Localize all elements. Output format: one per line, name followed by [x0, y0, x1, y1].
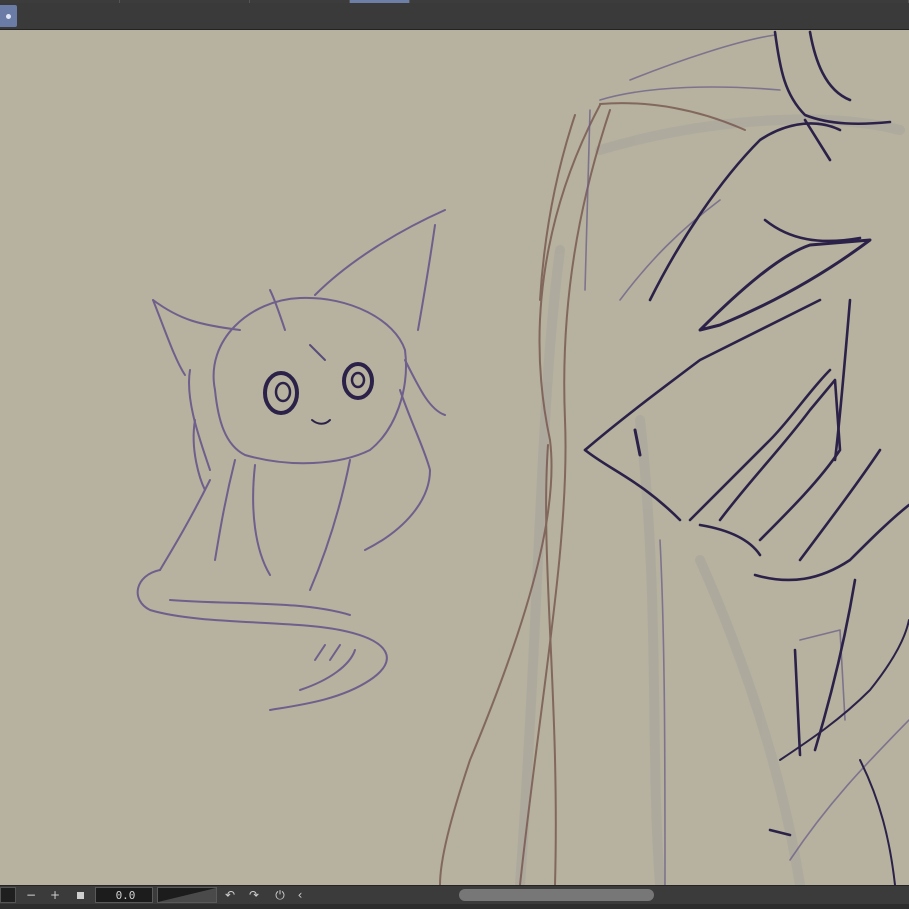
fit-view-button[interactable] [74, 887, 86, 903]
color-swatch[interactable] [0, 887, 16, 903]
cat-face [263, 344, 374, 425]
sketch-artwork [136, 30, 909, 885]
collapse-left-icon[interactable]: ‹ [294, 887, 306, 903]
active-tool-button[interactable] [0, 5, 17, 27]
figure-ink-lines [583, 30, 909, 885]
rotate-right-icon[interactable]: ↷ [246, 887, 262, 903]
scrollbar-thumb[interactable] [459, 889, 654, 901]
status-bar: − + 0.0 ↶ ↷ ⏻ ‹ [0, 885, 909, 904]
square-icon [76, 891, 84, 899]
rotation-angle-input[interactable]: 0.0 [95, 887, 153, 903]
dot-icon [6, 13, 11, 19]
figure-hair-strands [439, 102, 746, 885]
zoom-out-button[interactable]: − [24, 887, 38, 903]
reset-rotation-icon[interactable]: ⏻ [272, 887, 288, 903]
horizontal-scrollbar[interactable] [312, 889, 909, 901]
toolbar [0, 3, 909, 30]
drawing-canvas[interactable] [0, 30, 909, 885]
zoom-in-button[interactable]: + [48, 887, 62, 903]
cat-sketch [136, 209, 446, 711]
app-window: − + 0.0 ↶ ↷ ⏻ ‹ [0, 0, 909, 909]
rotation-slider[interactable] [157, 887, 217, 903]
figure-guide-lines [584, 34, 909, 885]
rotate-left-icon[interactable]: ↶ [222, 887, 238, 903]
slider-wedge-icon [158, 888, 216, 902]
window-bottom-edge [0, 904, 909, 909]
